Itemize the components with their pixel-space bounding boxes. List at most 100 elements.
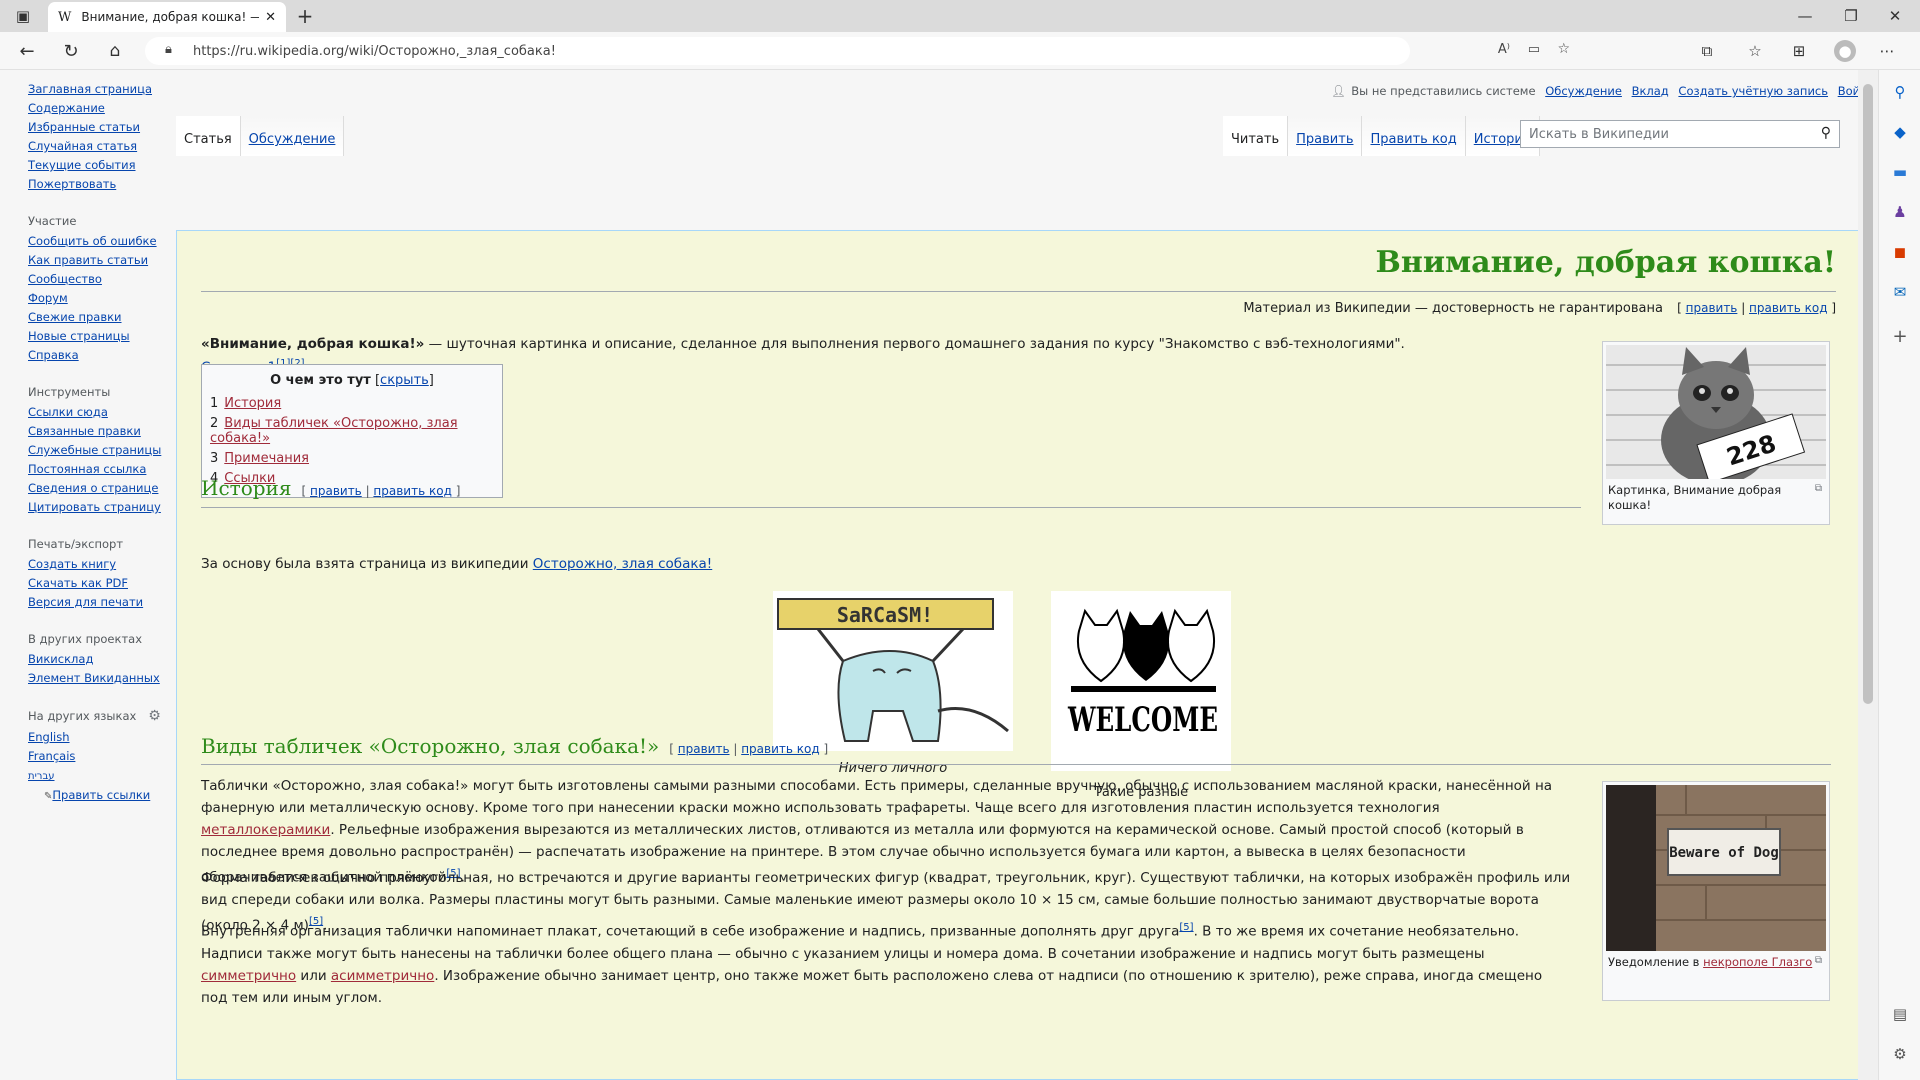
sidebar-link-random[interactable]: Случайная статья [28,139,137,153]
read-aloud-icon[interactable]: A⁾ [1498,42,1510,57]
tab-discussion-label[interactable]: Обсуждение [249,132,336,147]
search-icon[interactable]: ⚲ [1821,125,1831,141]
browser-tab[interactable]: W Внимание, добрая кошка! — Ви ✕ [48,2,286,32]
sidebar-lang-english[interactable]: English [28,730,70,744]
tab-edit-source[interactable]: Править код [1362,116,1466,156]
favorite-star-icon[interactable]: ☆ [1557,41,1570,57]
collections-icon[interactable]: ⊞ [1788,40,1810,62]
toc-item[interactable]: 1 История [210,396,494,411]
sidebar-link-current-events[interactable]: Текущие события [28,158,136,172]
tab-edit-source-label[interactable]: Править код [1370,132,1456,147]
sidebar-link-forum[interactable]: Форум [28,291,68,305]
sidebar-link-how-to-edit[interactable]: Как править статьи [28,253,148,267]
sidebar-link-download-pdf[interactable]: Скачать как PDF [28,576,128,590]
user-contributions-link[interactable]: Вклад [1632,84,1669,98]
url-field[interactable]: 🔒︎ https://ru.wikipedia.org/wiki/Осторож… [145,37,1570,65]
page-scrollbar[interactable] [1858,70,1878,1080]
search-input[interactable]: Искать в Википедии ⚲ [1520,120,1840,148]
sidebar-link-cite[interactable]: Цитировать страницу [28,500,161,514]
sidebar-link-printable[interactable]: Версия для печати [28,595,143,609]
toc-item[interactable]: 3 Примечания [210,451,494,466]
sidebar-link-special-pages[interactable]: Служебные страницы [28,443,161,457]
search-icon[interactable]: ⚲ [1890,82,1910,102]
tools-briefcase-icon[interactable]: ▬ [1890,162,1910,182]
beware-of-dog-image[interactable]: Beware of Dog [1606,785,1826,951]
shopping-tag-icon[interactable]: ◆ [1890,122,1910,142]
metalloceramics-link[interactable]: металлокерамики [201,822,330,838]
create-account-link[interactable]: Создать учётную запись [1678,84,1828,98]
sidebar-link-donate[interactable]: Пожертвовать [28,177,116,191]
toc-link-types[interactable]: Виды табличек «Осторожно, злая собака!» [210,416,458,446]
close-tab-icon[interactable]: ✕ [265,10,276,25]
toc-item[interactable]: 2 Виды табличек «Осторожно, злая собака!» [210,416,494,446]
sidebar-link-what-links-here[interactable]: Ссылки сюда [28,405,108,419]
types-edit-code-link[interactable]: править код [741,742,819,756]
login-link[interactable]: Войти [1838,84,1858,98]
user-talk-link[interactable]: Обсуждение [1545,84,1622,98]
cat-mugshot-image[interactable]: 228 [1606,345,1826,479]
sidebar-link-help[interactable]: Справка [28,348,79,362]
office-icon[interactable]: ◼ [1890,242,1910,262]
history-edit-link[interactable]: править [310,484,362,498]
more-menu-icon[interactable]: ⋯ [1876,40,1898,62]
history-edit-code-link[interactable]: править код [373,484,451,498]
profile-avatar-icon[interactable]: ● [1834,40,1856,62]
tab-edit-label[interactable]: Править [1296,132,1353,147]
sidebar-link-create-book[interactable]: Создать книгу [28,557,116,571]
home-icon[interactable]: ⌂ [104,40,126,62]
restore-icon[interactable]: ❐ [1836,6,1866,26]
scrollbar-thumb[interactable] [1863,84,1873,704]
sidebar-link-contents[interactable]: Содержание [28,101,105,115]
symmetric-link[interactable]: симметрично [201,968,296,984]
sidebar-edit-links[interactable]: Править ссылки [52,788,150,802]
add-icon[interactable]: + [1890,326,1910,347]
sidebar-link-wikidata[interactable]: Элемент Викиданных [28,671,160,685]
reload-icon[interactable]: ↻ [60,40,82,62]
minimize-icon[interactable]: — [1790,6,1820,26]
hide-sidebar-icon[interactable]: ▤ [1890,1004,1910,1024]
edit-link[interactable]: править [1686,301,1738,315]
favorites-icon[interactable]: ☆ [1744,40,1766,62]
lock-icon[interactable]: 🔒︎ [165,42,172,57]
immersive-reader-icon[interactable]: ▭ [1528,42,1540,57]
edit-code-link[interactable]: править код [1749,301,1827,315]
sidebar-lang-french[interactable]: Français [28,749,75,763]
toc-link-history[interactable]: История [224,396,281,411]
sarcasm-cat-image[interactable]: SaRCaSM! [773,591,1013,751]
sidebar-link-page-info[interactable]: Сведения о странице [28,481,158,495]
toc-link-notes[interactable]: Примечания [224,451,309,466]
glasgow-link[interactable]: Глазго [1768,955,1813,969]
types-edit-link[interactable]: править [678,742,730,756]
history-source-link[interactable]: Осторожно, злая собака! [533,556,712,572]
p3-ref[interactable]: [5] [1179,922,1193,933]
asymmetric-link[interactable]: асимметрично [331,968,434,984]
sidebar-link-new-pages[interactable]: Новые страницы [28,329,130,343]
sidebar-link-commons[interactable]: Викисклад [28,652,93,666]
enlarge-icon[interactable]: ⧉ [1815,481,1822,496]
language-settings-gear-icon[interactable]: ⚙ [148,708,161,724]
close-window-icon[interactable]: ✕ [1880,6,1910,26]
new-tab-icon[interactable]: + [294,4,316,28]
sidebar-link-community[interactable]: Сообщество [28,272,102,286]
back-icon[interactable]: ← [16,40,38,62]
extensions-icon[interactable]: ⧉ [1696,40,1718,62]
sidebar-link-report-error[interactable]: Сообщить об ошибке [28,234,157,248]
toc-hide-link[interactable]: скрыть [380,373,429,388]
settings-gear-icon[interactable]: ⚙ [1890,1044,1910,1064]
sidebar-link-permanent[interactable]: Постоянная ссылка [28,462,146,476]
sidebar-link-main-page[interactable]: Заглавная страница [28,82,152,96]
tab-read[interactable]: Читать [1223,116,1289,156]
sidebar-link-recent-changes[interactable]: Свежие правки [28,310,122,324]
outlook-icon[interactable]: ✉ [1890,282,1910,302]
tab-edit[interactable]: Править [1288,116,1363,156]
sidebar-link-featured[interactable]: Избранные статьи [28,120,140,134]
tab-article[interactable]: Статья [176,116,241,156]
sidebar-link-related-changes[interactable]: Связанные правки [28,424,141,438]
sidebar-toggle-icon[interactable]: ▣ [12,6,34,26]
sidebar-lang-hebrew[interactable]: עברית [28,771,55,782]
necropolis-link[interactable]: некрополе [1703,955,1768,969]
enlarge-icon[interactable]: ⧉ [1815,953,1822,968]
games-icon[interactable]: ♟ [1890,202,1910,222]
tab-discussion[interactable]: Обсуждение [240,116,345,156]
welcome-cats-image[interactable]: WELCOME [1051,591,1231,771]
